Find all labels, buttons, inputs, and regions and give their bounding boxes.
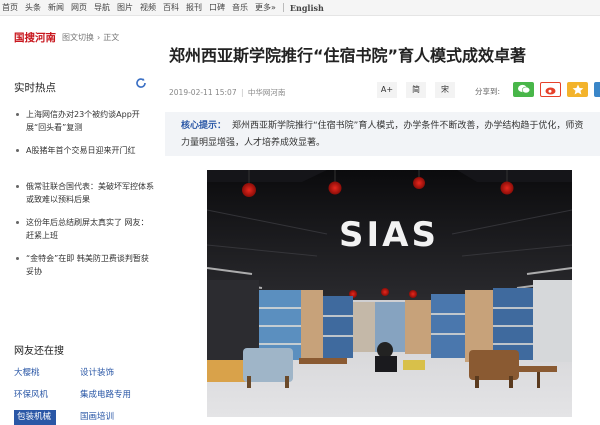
topnav-item[interactable]: 首页 bbox=[2, 2, 18, 13]
view-switch-link[interactable]: 图文切换 bbox=[62, 32, 94, 43]
sias-sign: SIAS bbox=[339, 215, 439, 255]
hot-topics-list: 上海网信办对23个被约谈App开展“回头看”复测 A股猪年首个交易日迎来开门红 俄常… bbox=[14, 108, 154, 288]
topnav-item[interactable]: 百科 bbox=[163, 2, 179, 13]
font-tools: A+ 简宋 bbox=[377, 82, 455, 98]
site-logo[interactable]: 国搜河南 bbox=[14, 30, 56, 45]
summary-label: 核心提示： bbox=[181, 121, 227, 131]
trending-search-tags: 大樱桃 设计装饰 环保风机 集成电路专用包装机械 国画培训 bbox=[14, 366, 164, 425]
share-buttons bbox=[513, 82, 600, 97]
search-tag[interactable]: 包装机械 bbox=[14, 410, 56, 425]
article-headline: 郑州西亚斯学院推行“住宿书院”育人模式成效卓著 bbox=[169, 46, 527, 65]
topnav-item[interactable]: 网页 bbox=[71, 2, 87, 13]
english-link[interactable]: English bbox=[290, 3, 324, 13]
weibo-icon[interactable] bbox=[540, 82, 561, 97]
topnav-item[interactable]: 口碑 bbox=[209, 2, 225, 13]
hot-topic-item[interactable]: A股猪年首个交易日迎来开门红 bbox=[14, 144, 154, 171]
meta-divider: | bbox=[240, 88, 244, 97]
refresh-icon[interactable] bbox=[134, 77, 147, 90]
search-tag[interactable]: 设计装饰 bbox=[80, 366, 160, 381]
topnav-item[interactable]: 导航 bbox=[94, 2, 110, 13]
topnav-item[interactable]: 音乐 bbox=[232, 2, 248, 13]
summary-text: 郑州西亚斯学院推行“住宿书院”育人模式，办学条件不断改善，办学结构趋于优化，师资… bbox=[181, 121, 584, 148]
font-increase-button[interactable]: A+ bbox=[377, 82, 397, 98]
search-tag[interactable]: 大樱桃 bbox=[14, 366, 80, 381]
article-summary: 核心提示： 郑州西亚斯学院推行“住宿书院”育人模式，办学条件不断改善，办学结构趋于… bbox=[165, 112, 600, 156]
topnav-item[interactable]: 更多» bbox=[255, 2, 276, 13]
top-nav: 首页 头条 新闻 网页 导航 图片 视频 百科 报刊 口碑 音乐 更多» English bbox=[0, 0, 600, 16]
wechat-icon[interactable] bbox=[513, 82, 534, 97]
font-style-button[interactable]: 宋 bbox=[435, 82, 455, 98]
share-more-icon[interactable] bbox=[594, 82, 600, 97]
search-tag[interactable]: 国画培训 bbox=[80, 410, 160, 425]
search-tag[interactable]: 环保风机 bbox=[14, 388, 80, 403]
topnav-item[interactable]: 头条 bbox=[25, 2, 41, 13]
trending-search-title: 网友还在搜 bbox=[14, 346, 64, 357]
sidebar: 国搜河南 图文切换 › 正文 实时热点 上海网信办对23个被约谈App开展“回头… bbox=[0, 16, 165, 425]
hot-topic-item[interactable]: “金特会”在即 韩美防卫费谈判暂获妥协 bbox=[14, 252, 154, 279]
breadcrumb-separator: › bbox=[97, 33, 101, 42]
qzone-icon[interactable] bbox=[567, 82, 588, 97]
topnav-item[interactable]: 报刊 bbox=[186, 2, 202, 13]
article-source[interactable]: 中华网河南 bbox=[248, 88, 286, 97]
search-tag[interactable]: 集成电路专用 bbox=[80, 388, 160, 403]
topnav-divider bbox=[282, 3, 284, 12]
article: 郑州西亚斯学院推行“住宿书院”育人模式成效卓著 2019-02-11 15:07… bbox=[165, 16, 600, 417]
breadcrumb-current: 正文 bbox=[103, 33, 120, 42]
article-meta: 2019-02-11 15:07 | 中华网河南 bbox=[169, 87, 285, 98]
topnav-item[interactable]: 视频 bbox=[140, 2, 156, 13]
hot-topic-item[interactable]: 俄常驻联合国代表：美破坏军控体系或致难以预料后果 bbox=[14, 180, 154, 207]
hot-topic-item[interactable]: 上海网信办对23个被约谈App开展“回头看”复测 bbox=[14, 108, 154, 135]
hot-topics-title: 实时热点 bbox=[14, 82, 56, 94]
article-photo: SIAS bbox=[207, 170, 572, 417]
article-date: 2019-02-11 15:07 bbox=[169, 88, 237, 97]
breadcrumb: 国搜河南 图文切换 › 正文 bbox=[14, 30, 122, 45]
simplified-chinese-button[interactable]: 简 bbox=[406, 82, 426, 98]
share-label: 分享到: bbox=[475, 87, 501, 96]
topnav-item[interactable]: 新闻 bbox=[48, 2, 64, 13]
hot-topic-item[interactable]: 这份年后总结刷屏太真实了 网友：赶紧上班 bbox=[14, 216, 154, 243]
topnav-item[interactable]: 图片 bbox=[117, 2, 133, 13]
